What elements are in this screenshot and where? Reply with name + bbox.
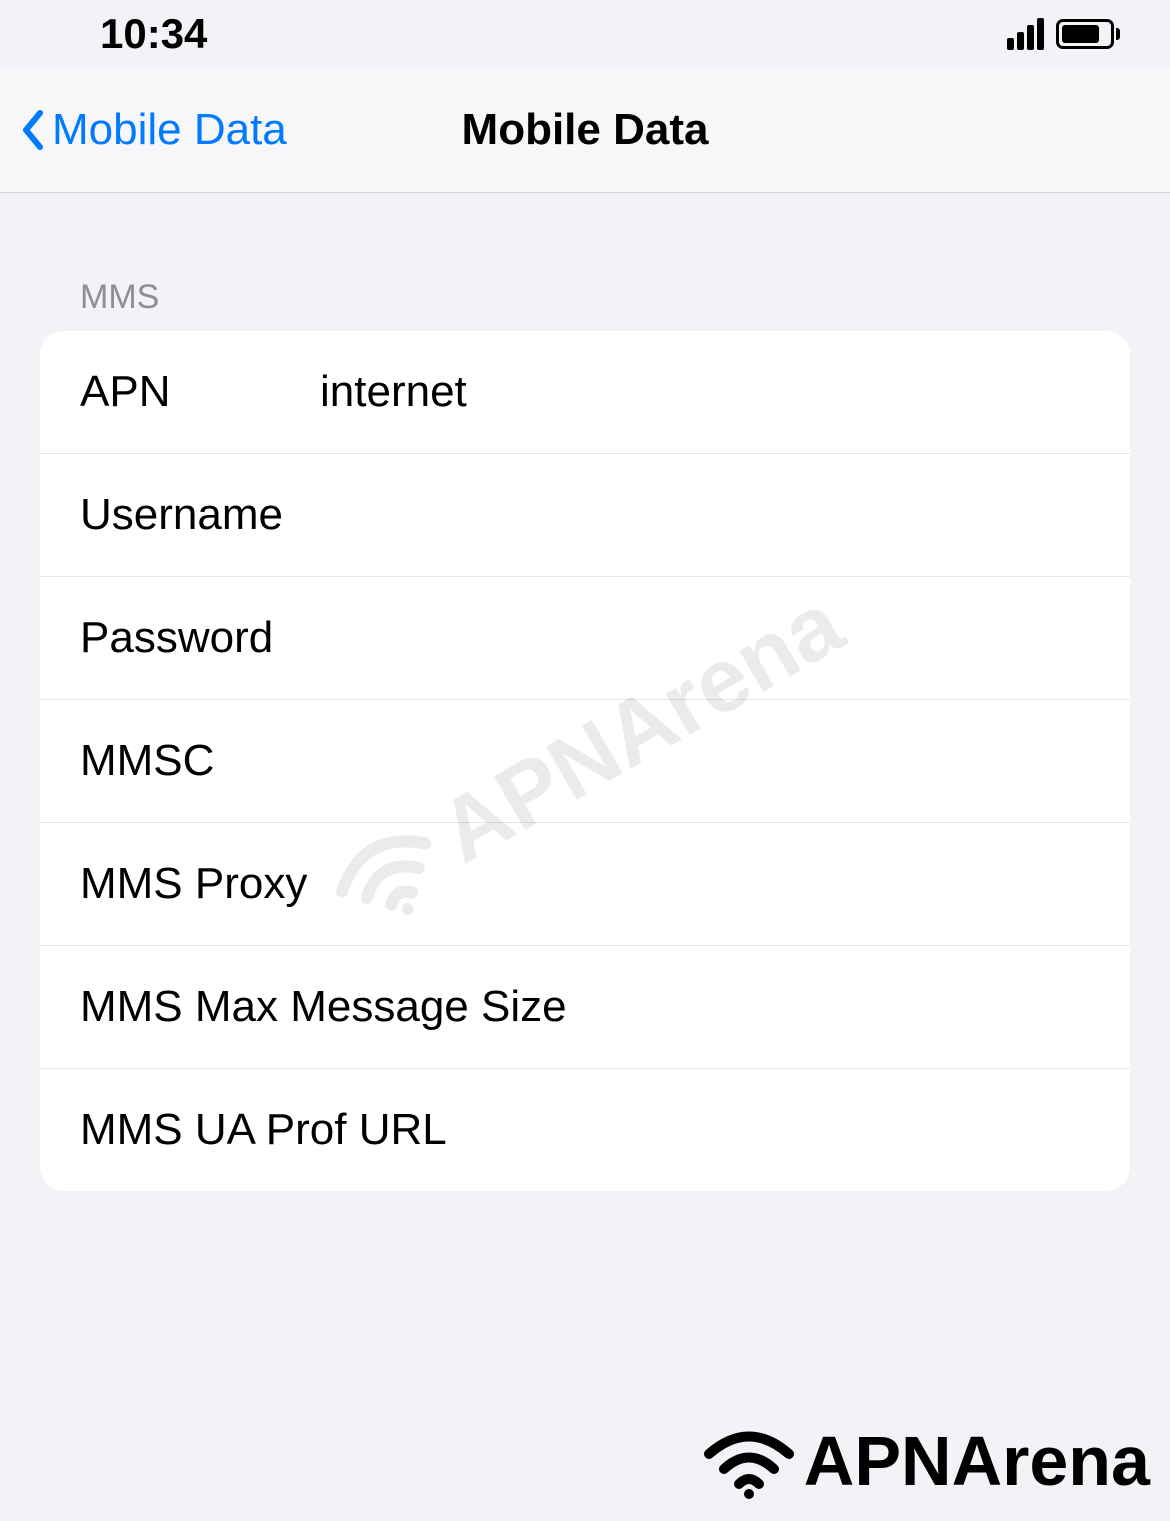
navigation-bar: Mobile Data Mobile Data	[0, 68, 1170, 193]
content-area: MMS APN internet Username Password MMSC …	[0, 193, 1170, 1191]
row-mms-max-size[interactable]: MMS Max Message Size	[40, 946, 1130, 1069]
username-label: Username	[80, 490, 320, 540]
password-label: Password	[80, 613, 320, 663]
back-button[interactable]: Mobile Data	[20, 105, 287, 155]
row-mmsc[interactable]: MMSC	[40, 700, 1130, 823]
brand-footer: APNArena	[699, 1421, 1150, 1501]
row-password[interactable]: Password	[40, 577, 1130, 700]
battery-icon	[1056, 19, 1120, 49]
chevron-left-icon	[20, 109, 44, 151]
mms-max-size-label: MMS Max Message Size	[80, 982, 567, 1032]
mms-ua-prof-label: MMS UA Prof URL	[80, 1105, 447, 1155]
row-mms-proxy[interactable]: MMS Proxy	[40, 823, 1130, 946]
cellular-signal-icon	[1007, 18, 1044, 50]
page-title: Mobile Data	[462, 105, 709, 155]
status-time: 10:34	[100, 10, 207, 58]
row-username[interactable]: Username	[40, 454, 1130, 577]
mmsc-label: MMSC	[80, 736, 320, 786]
status-indicators	[1007, 18, 1120, 50]
mms-proxy-label: MMS Proxy	[80, 859, 320, 909]
section-header-mms: MMS	[40, 193, 1130, 331]
back-label: Mobile Data	[52, 105, 287, 155]
row-mms-ua-prof[interactable]: MMS UA Prof URL	[40, 1069, 1130, 1191]
brand-text: APNArena	[804, 1421, 1150, 1501]
apn-label: APN	[80, 367, 320, 417]
wifi-icon	[699, 1424, 799, 1499]
status-bar: 10:34	[0, 0, 1170, 68]
row-apn[interactable]: APN internet	[40, 331, 1130, 454]
apn-value[interactable]: internet	[320, 367, 1090, 417]
settings-group: APN internet Username Password MMSC MMS …	[40, 331, 1130, 1191]
